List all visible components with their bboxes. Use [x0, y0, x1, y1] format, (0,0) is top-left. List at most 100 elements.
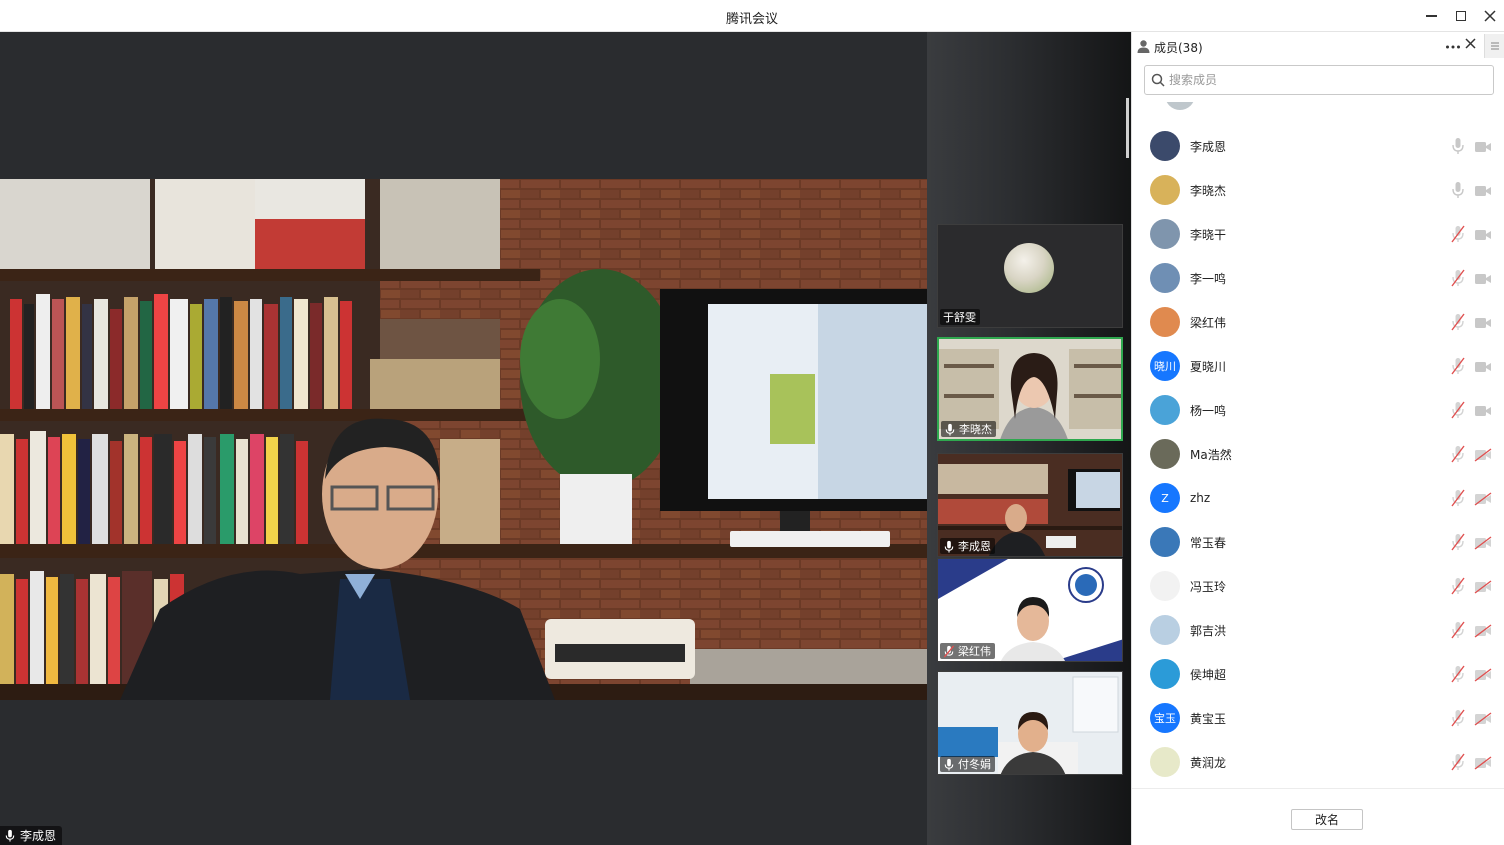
more-options-button[interactable]	[1445, 35, 1461, 55]
search-icon	[1151, 73, 1165, 87]
avatar	[1165, 102, 1195, 110]
speaker-name-tag: 李成恩	[0, 826, 63, 845]
list-item[interactable]: 李一鸣	[1132, 256, 1504, 300]
minimize-icon	[1425, 15, 1437, 17]
avatar	[1150, 439, 1180, 469]
camera-off-icon[interactable]	[1474, 623, 1492, 638]
microphone-muted-icon[interactable]	[1451, 489, 1465, 507]
camera-off-icon[interactable]	[1474, 711, 1492, 726]
microphone-muted-icon[interactable]	[1451, 709, 1465, 727]
member-name: 李成恩	[1190, 139, 1227, 154]
camera-icon[interactable]	[1474, 403, 1492, 417]
list-item[interactable]: 侯坤超	[1132, 652, 1504, 696]
microphone-icon	[944, 540, 954, 553]
camera-off-icon[interactable]	[1474, 755, 1492, 770]
list-item[interactable]: Zzhz	[1132, 476, 1504, 520]
members-panel-footer: 改名	[1132, 788, 1504, 845]
more-icon	[1446, 45, 1460, 49]
close-window-button[interactable]	[1479, 6, 1501, 26]
list-item[interactable]: 李晓干	[1132, 212, 1504, 256]
panel-collapse-handle[interactable]	[1484, 34, 1504, 58]
member-name: 郭吉洪	[1190, 623, 1227, 638]
thumbnail-name: 付冬娟	[958, 758, 991, 771]
menu-icon	[1491, 42, 1499, 50]
thumbnail-participant[interactable]: 李成恩	[937, 453, 1123, 557]
thumbnail-name: 李成恩	[958, 540, 991, 553]
avatar	[1150, 395, 1180, 425]
microphone-muted-icon[interactable]	[1451, 533, 1465, 551]
main-speaker-video[interactable]: 李成恩	[0, 32, 927, 845]
list-item[interactable]: 梁红伟	[1132, 300, 1504, 344]
list-item[interactable]: 晓川 夏晓川	[1132, 344, 1504, 388]
member-name: zhz	[1190, 491, 1211, 505]
thumbnail-name: 于舒雯	[943, 311, 976, 324]
member-name: 梁红伟	[1190, 315, 1227, 330]
participant-thumbnails: 于舒雯 李晓杰 李成恩 梁红伟 付冬娟	[927, 32, 1131, 845]
member-search-input[interactable]	[1169, 73, 1469, 87]
thumbnail-name-tag: 付冬娟	[940, 756, 995, 772]
microphone-muted-icon[interactable]	[1451, 225, 1465, 243]
microphone-muted-icon	[943, 644, 955, 658]
list-item[interactable]: 常玉春	[1132, 520, 1504, 564]
microphone-muted-icon[interactable]	[1451, 621, 1465, 639]
avatar: 晓川	[1150, 351, 1180, 381]
member-search-box[interactable]	[1144, 65, 1494, 95]
microphone-muted-icon[interactable]	[1451, 269, 1465, 287]
thumbnail-participant-active[interactable]: 李晓杰	[937, 337, 1123, 441]
microphone-muted-icon[interactable]	[1451, 357, 1465, 375]
list-item[interactable]: 宝玉 黄宝玉	[1132, 696, 1504, 740]
microphone-muted-icon[interactable]	[1451, 753, 1465, 771]
microphone-muted-icon[interactable]	[1451, 665, 1465, 683]
camera-icon[interactable]	[1474, 271, 1492, 285]
microphone-icon	[944, 758, 954, 771]
microphone-muted-icon[interactable]	[1451, 445, 1465, 463]
thumbnail-scrollbar[interactable]	[1126, 98, 1129, 158]
thumbnail-participant[interactable]: 于舒雯	[937, 224, 1123, 328]
list-item[interactable]: 李成恩	[1132, 124, 1504, 168]
thumbnail-name-tag: 李晓杰	[941, 421, 996, 437]
camera-off-icon[interactable]	[1474, 447, 1492, 462]
members-title: 成员(38)	[1154, 41, 1203, 55]
microphone-muted-icon[interactable]	[1451, 577, 1465, 595]
microphone-icon	[945, 423, 955, 436]
member-name: 黄宝玉	[1190, 711, 1227, 726]
maximize-button[interactable]	[1450, 6, 1472, 26]
close-panel-button[interactable]	[1465, 38, 1476, 53]
members-panel: 成员(38) 李成恩李晓杰李晓干李一鸣梁红伟晓川夏晓川杨一鸣 Ma浩然 Zzhz 常玉…	[1131, 32, 1504, 845]
camera-off-icon[interactable]	[1474, 491, 1492, 506]
camera-off-icon[interactable]	[1474, 579, 1492, 594]
thumbnail-name-tag: 梁红伟	[940, 643, 995, 659]
list-item[interactable]: 郭吉洪	[1132, 608, 1504, 652]
camera-icon[interactable]	[1474, 183, 1492, 197]
rename-button[interactable]: 改名	[1291, 809, 1363, 830]
list-item[interactable]: 李晓杰	[1132, 168, 1504, 212]
list-item[interactable]: Ma浩然	[1132, 432, 1504, 476]
list-item[interactable]: 杨一鸣	[1132, 388, 1504, 432]
camera-icon[interactable]	[1474, 359, 1492, 373]
camera-icon[interactable]	[1474, 315, 1492, 329]
avatar	[1150, 175, 1180, 205]
avatar	[1150, 659, 1180, 689]
thumbnail-participant[interactable]: 梁红伟	[937, 558, 1123, 662]
microphone-muted-icon[interactable]	[1451, 313, 1465, 331]
list-item[interactable]: 冯玉玲	[1132, 564, 1504, 608]
camera-icon[interactable]	[1474, 139, 1492, 153]
microphone-muted-icon[interactable]	[1451, 401, 1465, 419]
avatar	[1150, 571, 1180, 601]
microphone-icon[interactable]	[1451, 137, 1465, 155]
microphone-icon	[5, 829, 15, 842]
member-name: 夏晓川	[1190, 359, 1227, 374]
avatar	[1150, 747, 1180, 777]
camera-icon[interactable]	[1474, 227, 1492, 241]
camera-off-icon[interactable]	[1474, 667, 1492, 682]
microphone-icon[interactable]	[1451, 181, 1465, 199]
thumbnail-participant[interactable]: 付冬娟	[937, 671, 1123, 775]
meeting-window: 腾讯会议 李成恩 于舒雯 李晓杰 李成恩 梁红伟 付冬娟 成员(38) 搜索成员…	[0, 0, 1504, 845]
title-bar: 腾讯会议	[0, 0, 1504, 32]
list-item[interactable]: 黄润龙	[1132, 740, 1504, 784]
camera-off-icon[interactable]	[1474, 535, 1492, 550]
minimize-button[interactable]	[1420, 6, 1442, 26]
close-icon	[1484, 10, 1496, 22]
member-name: 冯玉玲	[1190, 579, 1227, 594]
thumbnail-name: 梁红伟	[958, 645, 991, 658]
